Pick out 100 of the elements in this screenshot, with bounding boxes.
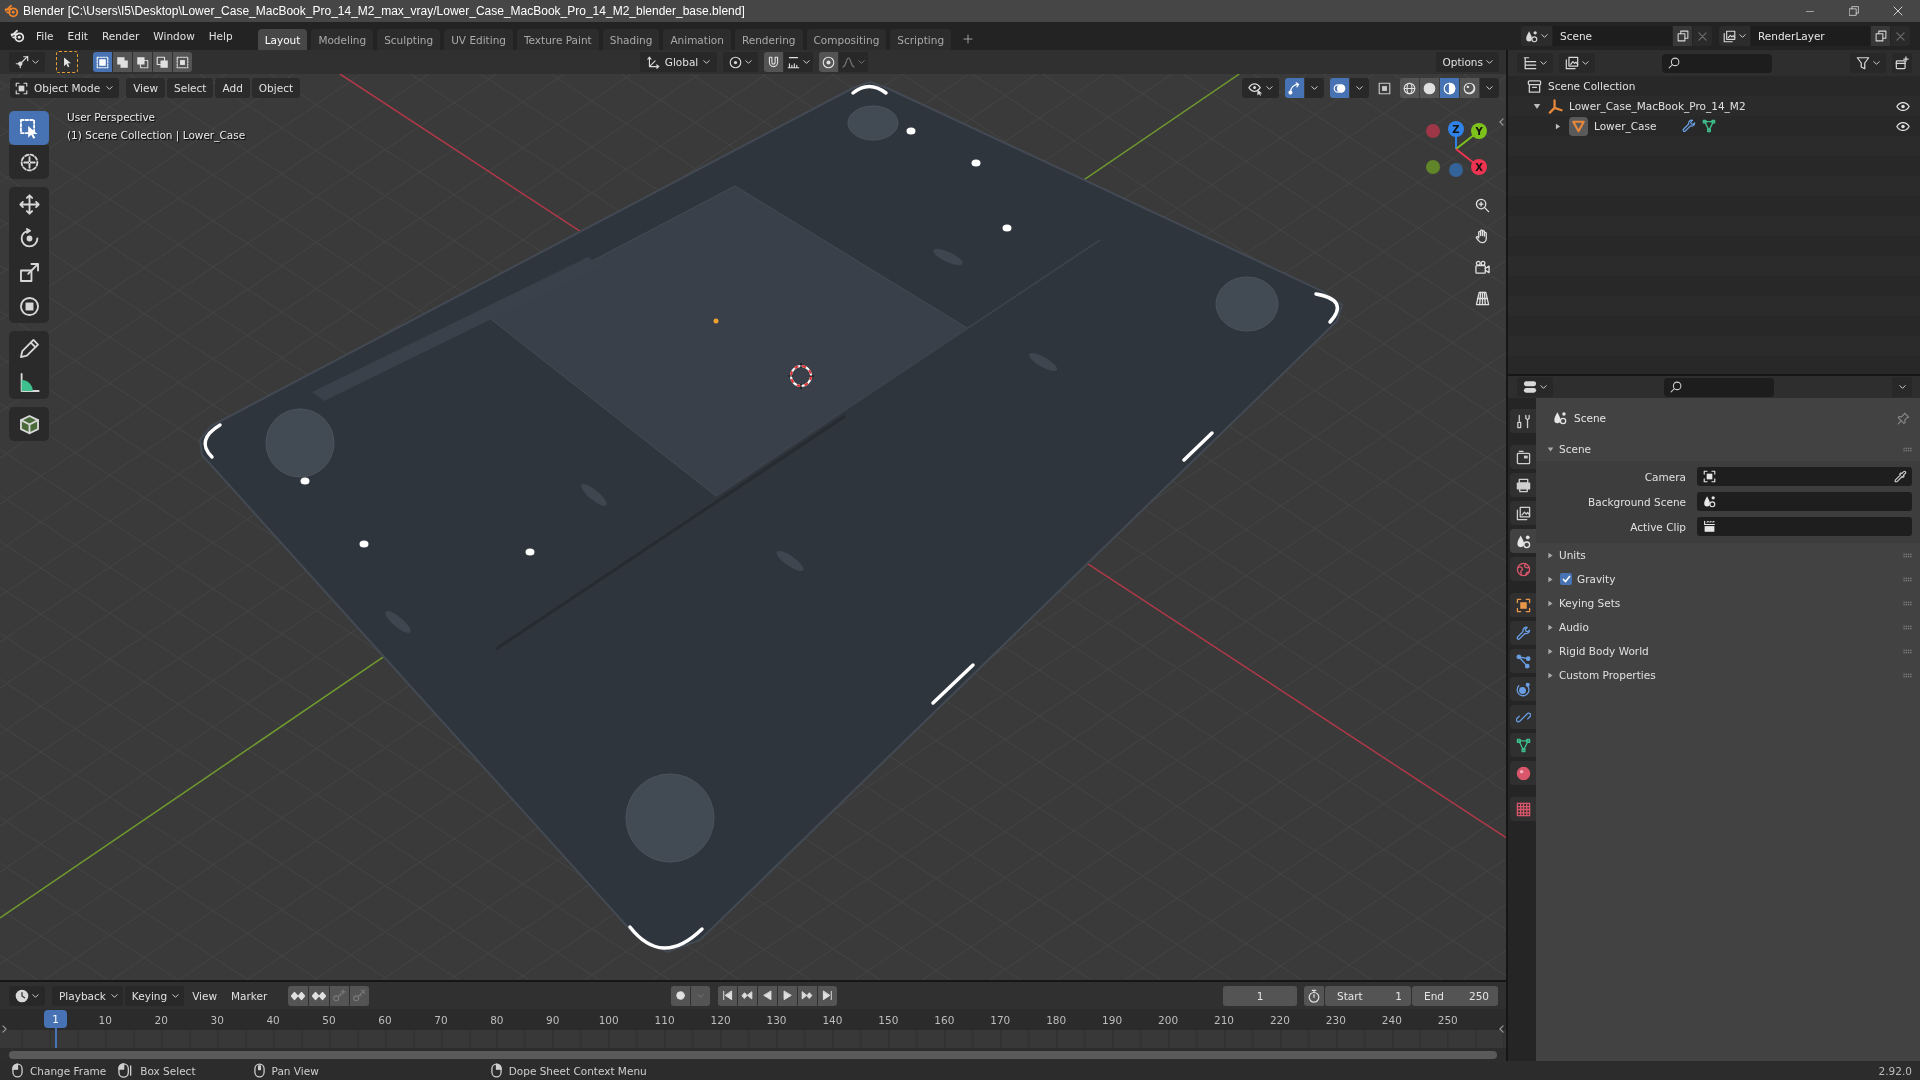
panel-title[interactable]: Keying Sets	[1559, 597, 1898, 609]
delete-key-button[interactable]	[350, 985, 370, 1006]
workspace-tab[interactable]: Animation	[663, 29, 731, 50]
selection-mode-button[interactable]	[93, 52, 112, 72]
menu-item[interactable]: Object	[251, 78, 301, 98]
editor-type-button[interactable]	[9, 985, 45, 1006]
jump-to-end-button[interactable]	[817, 985, 837, 1006]
drag-handle-icon[interactable]	[1903, 672, 1912, 678]
blender-logo-icon[interactable]	[10, 29, 25, 43]
triangle-mesh-icon[interactable]	[1702, 119, 1717, 133]
panel-title[interactable]: Rigid Body World	[1559, 645, 1898, 657]
selection-mode-button[interactable]	[113, 52, 132, 72]
outliner-item[interactable]: Scene Collection	[1548, 80, 1636, 92]
tool-button[interactable]	[9, 407, 49, 441]
drag-handle-icon[interactable]	[1903, 624, 1912, 630]
start-frame-field[interactable]: Start 1	[1325, 985, 1411, 1006]
scene-browse-button[interactable]	[1521, 26, 1552, 46]
snap-toggle[interactable]	[764, 52, 784, 72]
wrench-icon[interactable]	[1682, 119, 1697, 133]
pivot-dropdown[interactable]	[723, 52, 759, 72]
active-tool-button[interactable]	[56, 51, 78, 73]
checkbox[interactable]	[1560, 573, 1572, 585]
workspace-tab[interactable]: Scripting	[890, 29, 952, 50]
tool-button[interactable]	[9, 365, 49, 399]
playhead-line[interactable]	[54, 1028, 57, 1048]
remove-button[interactable]	[1693, 26, 1712, 46]
copy-button[interactable]	[1673, 26, 1692, 46]
tool-button[interactable]	[9, 111, 49, 145]
properties-tab[interactable]	[1510, 501, 1536, 525]
properties-tab[interactable]	[1510, 593, 1536, 617]
workspace-tab[interactable]: Sculpting	[377, 29, 441, 50]
shading-mode-button[interactable]	[1460, 78, 1479, 98]
properties-tab[interactable]	[1510, 409, 1536, 433]
drag-handle-icon[interactable]	[1903, 576, 1912, 582]
display-mode-button[interactable]	[1517, 53, 1553, 73]
previous-keyframe-button[interactable]	[737, 985, 757, 1006]
selection-mode-button[interactable]	[133, 52, 152, 72]
drag-handle-icon[interactable]	[1903, 446, 1912, 452]
dropdown-menu[interactable]: Keying	[124, 985, 185, 1006]
proportional-edit-toggle[interactable]	[819, 52, 839, 72]
copy-button[interactable]	[1871, 26, 1890, 46]
editor-type-button[interactable]	[1517, 377, 1553, 397]
camera-field[interactable]	[1697, 467, 1912, 486]
properties-tab[interactable]	[1510, 473, 1536, 497]
next-keyframe-button[interactable]	[797, 985, 817, 1006]
jump-to-start-button[interactable]	[717, 985, 737, 1006]
workspace-tab[interactable]: Compositing	[806, 29, 887, 50]
shading-mode-button[interactable]	[1400, 78, 1419, 98]
view-layer-name-field[interactable]: RenderLayer	[1751, 26, 1870, 46]
menu-item[interactable]: File	[29, 25, 61, 47]
panel-expand-toggle[interactable]	[1546, 574, 1554, 584]
properties-tab[interactable]	[1510, 705, 1536, 729]
eye-icon[interactable]	[1896, 101, 1910, 111]
drag-handle-icon[interactable]	[1903, 600, 1912, 606]
play-reverse-button[interactable]	[757, 985, 777, 1006]
panel-title[interactable]: Scene	[1559, 443, 1898, 455]
panel-expand-toggle[interactable]	[1546, 670, 1554, 680]
keyframe-jump-button[interactable]	[288, 985, 309, 1006]
dropdown-menu[interactable]: Playback	[52, 985, 123, 1006]
workspace-tab[interactable]: Rendering	[734, 29, 803, 50]
workspace-tab[interactable]: Texture Paint	[516, 29, 599, 50]
search-field[interactable]	[1662, 53, 1772, 73]
orientation-dropdown[interactable]: Global	[639, 52, 718, 72]
clip-field[interactable]	[1697, 517, 1912, 536]
pin-icon[interactable]	[1897, 411, 1910, 425]
properties-tab[interactable]	[1510, 529, 1536, 553]
scene-name-field[interactable]: Scene	[1553, 26, 1672, 46]
preview-range-button[interactable]	[1304, 985, 1324, 1006]
remove-button[interactable]	[1891, 26, 1910, 46]
properties-tab[interactable]	[1510, 621, 1536, 645]
menu-item[interactable]: Render	[94, 25, 147, 47]
panel-expand-toggle[interactable]	[1546, 444, 1554, 454]
tool-button[interactable]	[9, 331, 49, 365]
filter-button[interactable]	[1850, 53, 1886, 73]
tool-button[interactable]	[9, 289, 49, 323]
current-frame-field[interactable]: 1	[1223, 985, 1297, 1006]
menu-item[interactable]: Add	[215, 78, 250, 98]
visibility-dropdown[interactable]	[1242, 78, 1279, 98]
gizmo-axis-ball[interactable]	[1471, 123, 1487, 139]
drag-handle-icon[interactable]	[1903, 648, 1912, 654]
workspace-tab[interactable]: Shading	[602, 29, 660, 50]
gizmo-toggle[interactable]	[1285, 78, 1304, 98]
end-frame-field[interactable]: End 250	[1412, 985, 1498, 1006]
selection-mode-button[interactable]	[173, 52, 192, 72]
properties-tab[interactable]	[1510, 677, 1536, 701]
menu-item[interactable]: Window	[146, 25, 202, 47]
panel-title[interactable]: Audio	[1559, 621, 1898, 633]
workspace-tab[interactable]: Modeling	[311, 29, 374, 50]
tool-button[interactable]	[9, 145, 49, 179]
snap-target-dropdown[interactable]	[784, 52, 814, 72]
current-frame-indicator[interactable]: 1	[44, 1010, 67, 1028]
panel-title[interactable]: Gravity	[1577, 573, 1898, 585]
plus-icon[interactable]	[963, 33, 974, 44]
tool-button[interactable]	[9, 187, 49, 221]
play-button[interactable]	[777, 985, 797, 1006]
panel-expand-toggle[interactable]	[1546, 646, 1554, 656]
properties-tab[interactable]	[1510, 797, 1536, 821]
menu-item[interactable]: Help	[201, 25, 240, 47]
panel-title[interactable]: Custom Properties	[1559, 669, 1898, 681]
outliner-item[interactable]: Lower_Case_MacBook_Pro_14_M2	[1569, 100, 1746, 112]
